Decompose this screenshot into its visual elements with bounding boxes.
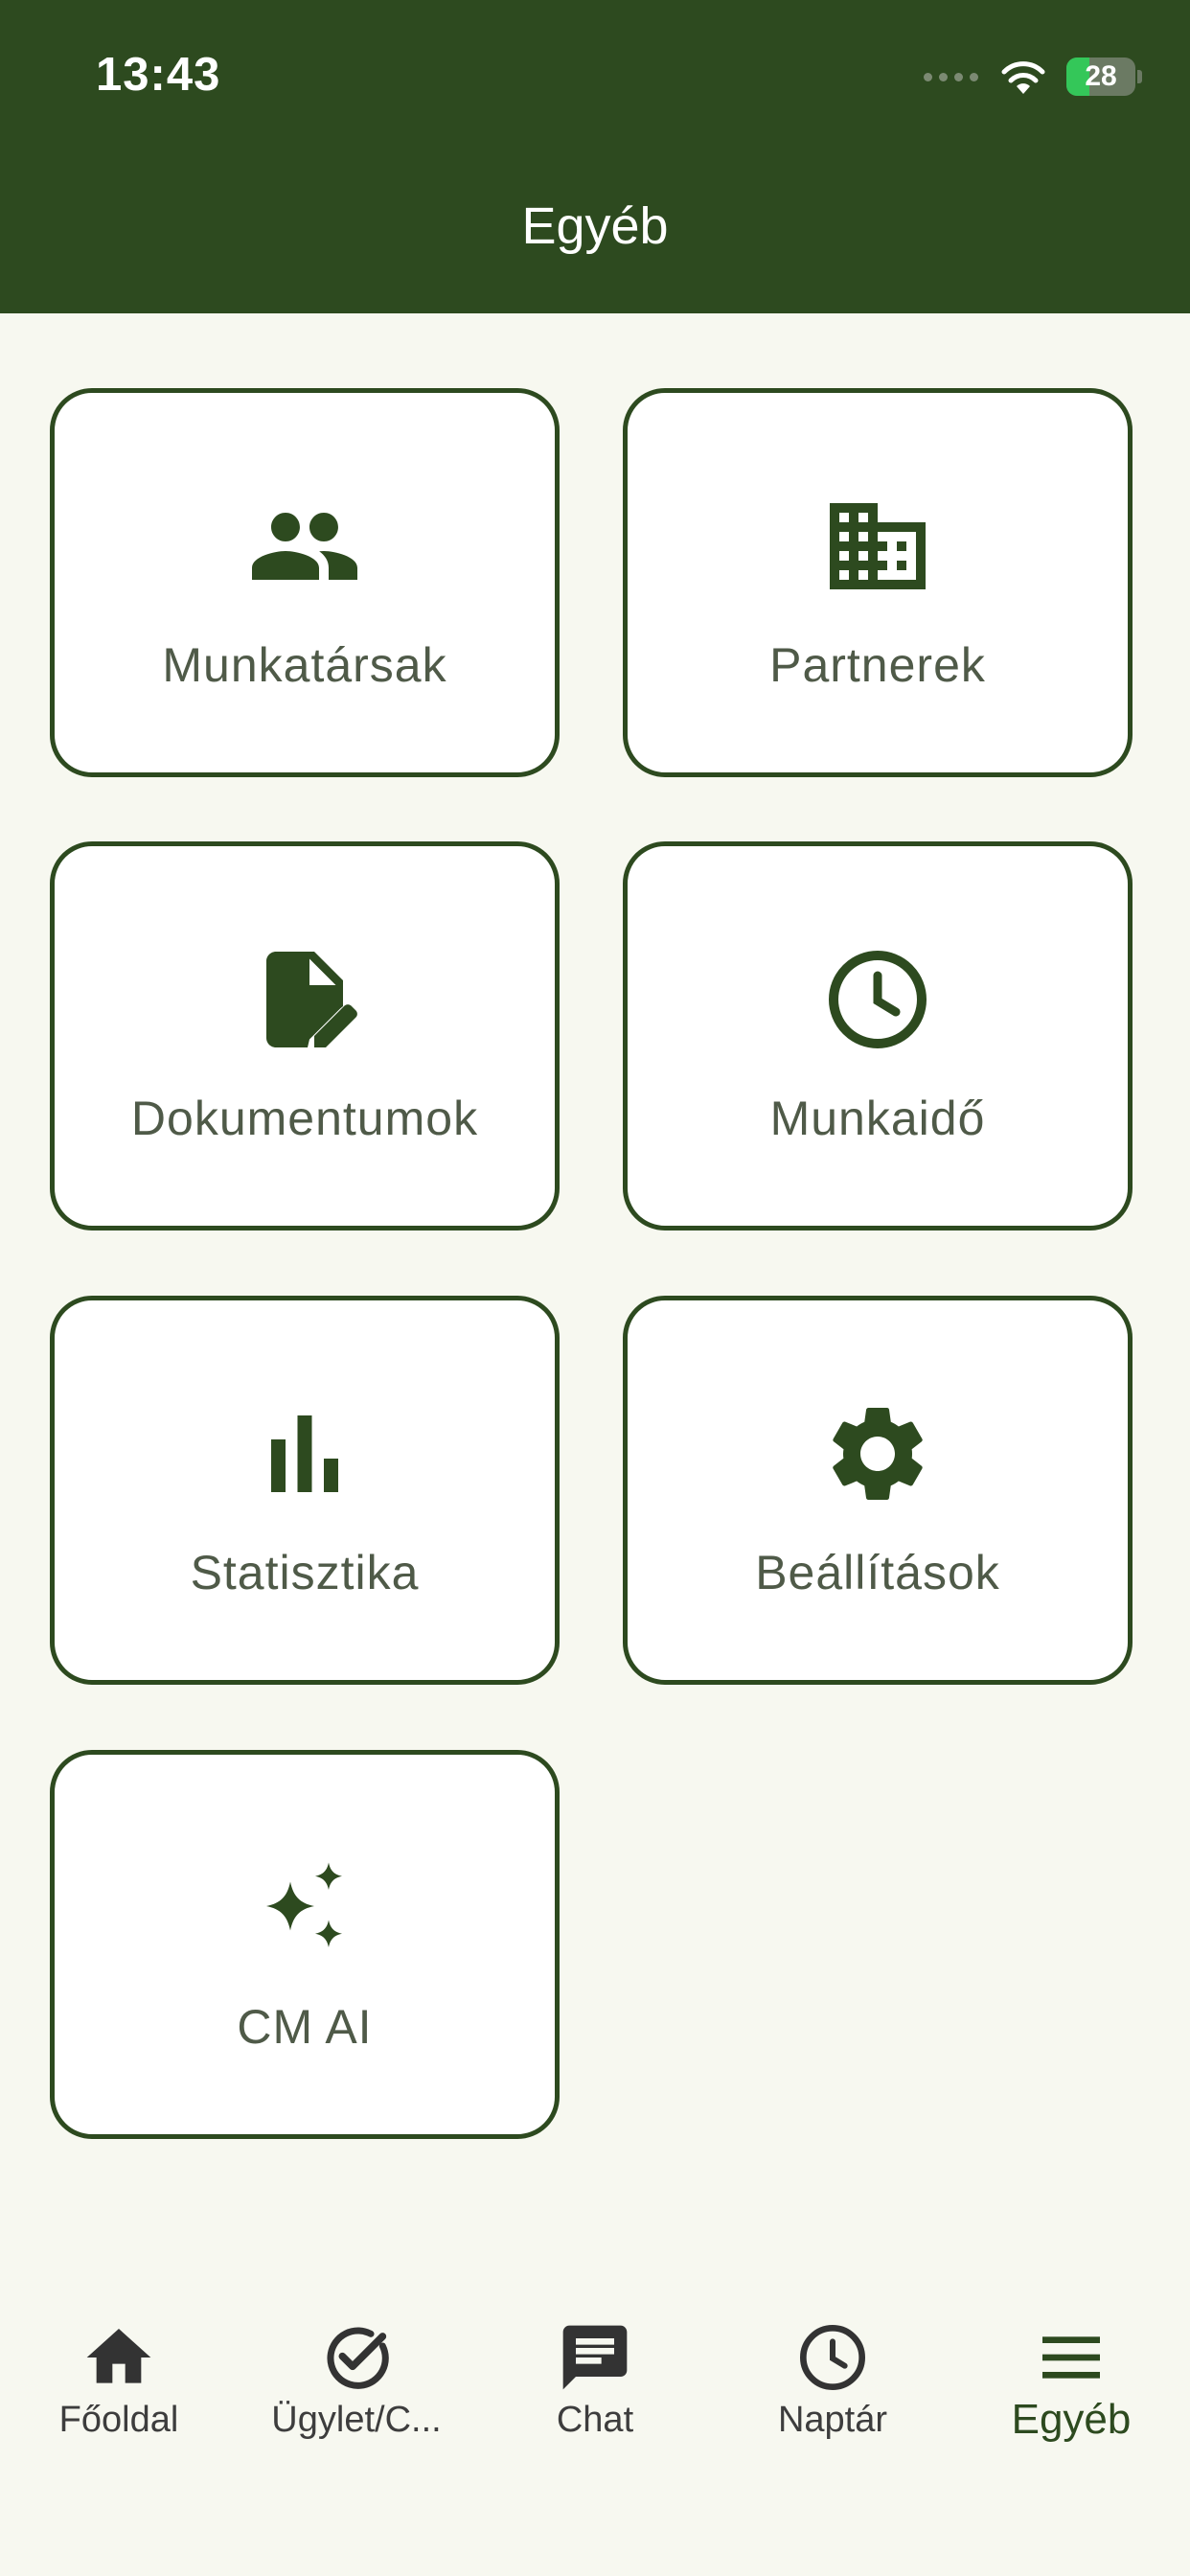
building-icon [830,503,926,589]
status-time: 13:43 [96,49,221,101]
bottom-nav: Főoldal Ügylet/C... Chat Naptár Egyéb [0,2292,1190,2576]
tile-munkatarsak[interactable]: Munkatársak [50,388,560,777]
nav-item-egyeb[interactable]: Egyéb [952,2292,1190,2484]
nav-item-ugylet[interactable]: Ügylet/C... [238,2292,475,2484]
tile-dokumentumok[interactable]: Dokumentumok [50,841,560,1230]
document-edit-icon [266,952,357,1047]
nav-label: Főoldal [58,2400,179,2440]
tile-beallitasok[interactable]: Beállítások [623,1296,1133,1685]
app-header: 13:43 28 Egyéb [0,0,1190,313]
battery-icon: 28 [1066,58,1135,96]
wifi-icon [1001,61,1045,94]
battery-level: 28 [1085,60,1117,92]
bar-chart-icon [271,1415,338,1492]
menu-icon [1042,2336,1100,2379]
nav-item-fooldal[interactable]: Főoldal [0,2292,238,2484]
tile-label: Munkatársak [162,638,447,692]
tile-label: Partnerek [769,638,986,692]
tile-munkaido[interactable]: Munkaidő [623,841,1133,1230]
nav-label: Egyéb [1011,2396,1132,2443]
chat-icon [562,2325,628,2390]
tile-label: Beállítások [755,1546,1000,1599]
clock-icon [829,951,927,1048]
clock-icon [800,2325,865,2390]
nav-label: Chat [556,2400,634,2440]
check-circle-icon [327,2327,389,2389]
gear-icon [833,1408,923,1500]
tile-partnerek[interactable]: Partnerek [623,388,1133,777]
people-icon [252,513,357,580]
tile-statisztika[interactable]: Statisztika [50,1296,560,1685]
home-icon [86,2329,151,2383]
page-title: Egyéb [521,197,669,255]
status-indicators: 28 [924,56,1142,98]
tile-label: Munkaidő [769,1092,986,1145]
nav-label: Ügylet/C... [271,2400,442,2440]
nav-label: Naptár [777,2400,888,2440]
tile-label: CM AI [237,2000,373,2054]
tile-label: Dokumentumok [130,1092,479,1145]
sparkles-icon [266,1862,342,1947]
tile-cm-ai[interactable]: CM AI [50,1750,560,2139]
nav-item-chat[interactable]: Chat [476,2292,714,2484]
tile-label: Statisztika [190,1546,420,1599]
nav-item-naptar[interactable]: Naptár [714,2292,951,2484]
signal-icon [924,72,978,81]
